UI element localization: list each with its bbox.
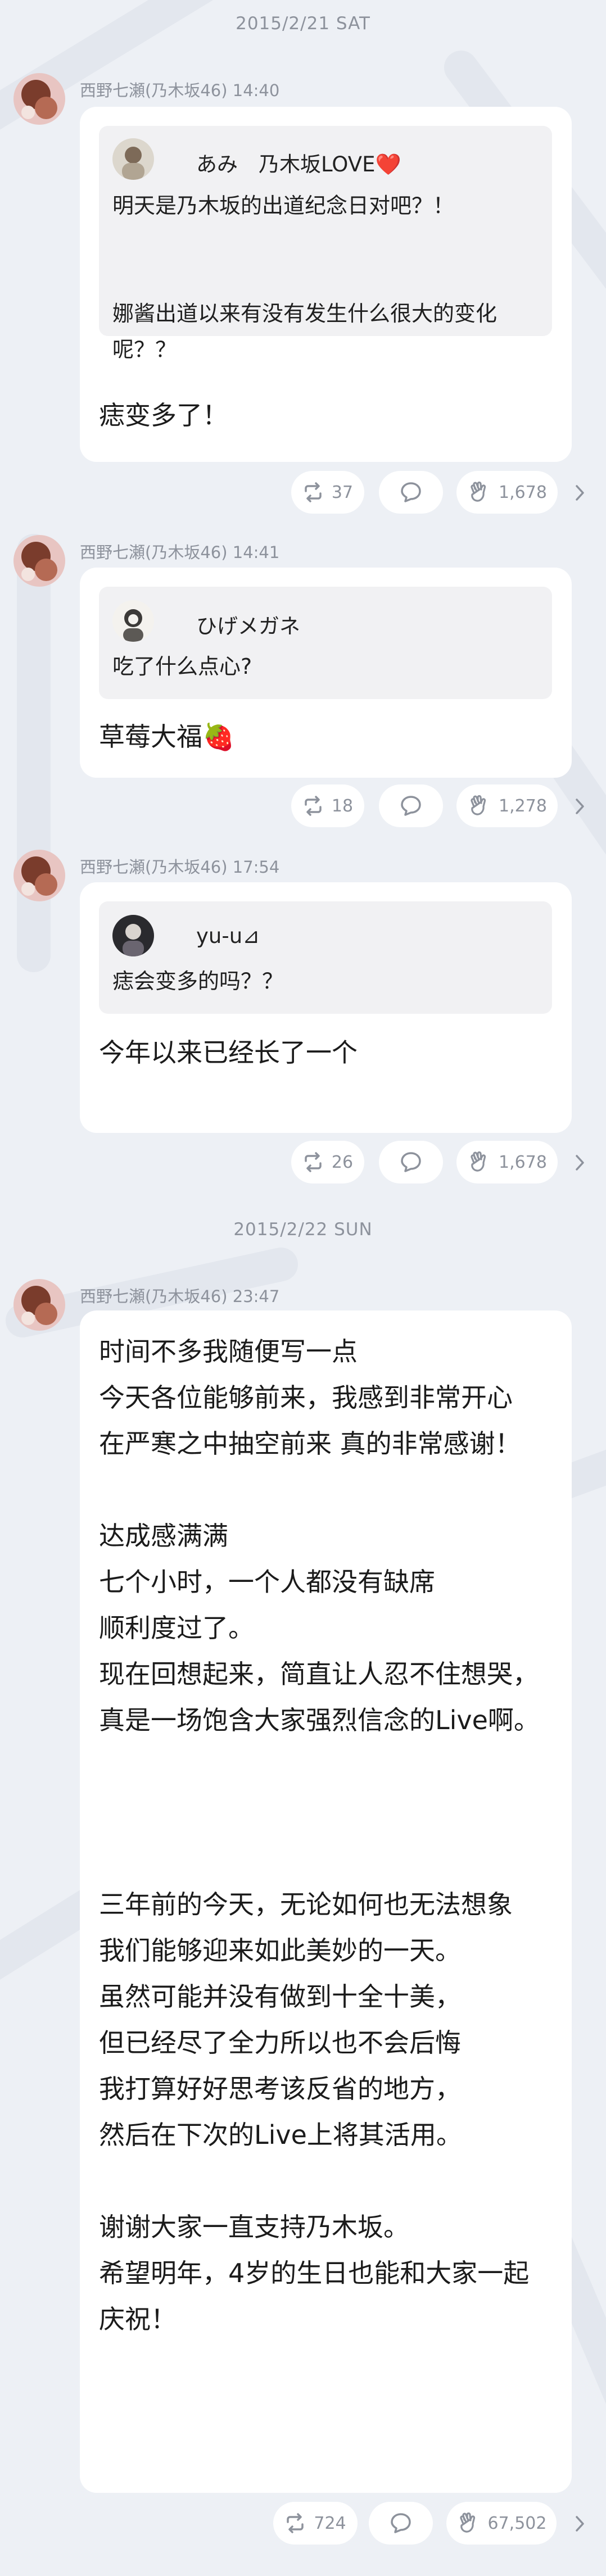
clap-icon (471, 481, 486, 502)
fan-question: 痣会变多的吗？？ (112, 969, 284, 994)
reply-text: 今年以来已经长了一个 (99, 1037, 358, 1068)
reaction-bar: 724 67,502 (0, 2502, 606, 2546)
clap-icon (471, 1151, 486, 1172)
date-separator: 2015/2/21 SAT (236, 13, 370, 34)
comment-button[interactable] (379, 1141, 443, 1183)
repost-icon (305, 482, 322, 502)
sender-name: 西野七瀬(乃木坂46) (80, 543, 228, 562)
reaction-bar: 37 1,678 (0, 471, 606, 515)
repost-button[interactable]: 37 (291, 471, 364, 514)
quoted-message: ひげメガネ 吃了什么点心? (99, 587, 552, 699)
fan-question: 吃了什么点心? (112, 654, 252, 679)
sender-line: 西野七瀬(乃木坂46) 14:40 (80, 78, 279, 101)
fan-name: yu-u⊿ (196, 924, 260, 948)
sender-name: 西野七瀬(乃木坂46) (80, 81, 228, 100)
chevron-right-icon[interactable] (571, 795, 588, 818)
fan-name: ひげメガネ (196, 614, 300, 638)
message-text: 时间不多我随便写一点 今天各位能够前来，我感到非常开心 在严寒之中抽空前来 真的… (99, 1336, 540, 2334)
comment-icon (401, 1152, 421, 1172)
post-time: 14:41 (232, 543, 280, 562)
repost-icon (305, 1152, 322, 1172)
post-time: 14:40 (232, 81, 280, 100)
date-separator: 2015/2/22 SUN (233, 1219, 373, 1240)
sender-avatar[interactable] (13, 1279, 65, 1331)
fan-question: 明天是乃木坂的出道纪念日对吧？！ 娜酱出道以来有没有发生什么很大的变化呢？？ (112, 193, 498, 362)
quoted-message: あみ 乃木坂LOVE❤️ 明天是乃木坂的出道纪念日对吧？！ 娜酱出道以来有没有发… (99, 126, 552, 362)
repost-count: 37 (331, 482, 354, 502)
repost-button[interactable]: 724 (273, 2502, 358, 2545)
clap-button[interactable]: 1,678 (456, 471, 558, 514)
repost-icon (305, 796, 322, 816)
reply-text: 草莓大福🍓 (99, 722, 235, 752)
quoted-message: yu-u⊿ 痣会变多的吗？？ (99, 901, 552, 1014)
clap-button[interactable]: 1,278 (456, 784, 558, 827)
sender-avatar[interactable] (13, 73, 65, 125)
chevron-right-icon[interactable] (571, 482, 588, 504)
repost-count: 18 (331, 796, 354, 816)
sender-avatar[interactable] (13, 850, 65, 901)
clap-count: 1,678 (499, 482, 547, 502)
post-time: 23:47 (232, 1287, 280, 1306)
clap-count: 1,678 (499, 1152, 547, 1172)
repost-count: 26 (331, 1152, 354, 1172)
fan-name: あみ 乃木坂LOVE❤️ (196, 152, 401, 176)
repost-button[interactable]: 18 (291, 784, 364, 827)
reaction-bar: 26 1,678 (0, 1141, 606, 1185)
comment-icon (401, 796, 421, 816)
repost-button[interactable]: 26 (291, 1141, 364, 1183)
comment-button[interactable] (379, 784, 443, 827)
reaction-bar: 18 1,278 (0, 784, 606, 828)
fan-avatar (112, 915, 154, 956)
chevron-right-icon[interactable] (571, 2512, 588, 2535)
comment-button[interactable] (379, 471, 443, 514)
reply-text: 痣变多了！ (99, 400, 228, 430)
comment-button[interactable] (369, 2502, 433, 2545)
message-card: 时间不多我随便写一点 今天各位能够前来，我感到非常开心 在严寒之中抽空前来 真的… (80, 1310, 572, 2493)
comment-icon (391, 2513, 411, 2533)
chevron-right-icon[interactable] (571, 1151, 588, 1174)
sender-line: 西野七瀬(乃木坂46) 14:41 (80, 539, 279, 563)
repost-icon (287, 2513, 304, 2533)
comment-icon (401, 482, 421, 502)
sender-avatar[interactable] (13, 535, 65, 587)
fan-avatar (112, 138, 154, 180)
clap-count: 67,502 (487, 2513, 547, 2533)
sender-line: 西野七瀬(乃木坂46) 23:47 (80, 1284, 279, 1307)
sender-name: 西野七瀬(乃木坂46) (80, 1287, 228, 1306)
post-time: 17:54 (232, 858, 280, 877)
clap-icon (471, 795, 486, 815)
clap-button[interactable]: 67,502 (446, 2502, 557, 2545)
sender-name: 西野七瀬(乃木坂46) (80, 858, 228, 877)
sender-line: 西野七瀬(乃木坂46) 17:54 (80, 854, 279, 878)
message-card: あみ 乃木坂LOVE❤️ 明天是乃木坂的出道纪念日对吧？！ 娜酱出道以来有没有发… (80, 107, 572, 462)
message-card: ひげメガネ 吃了什么点心? 草莓大福🍓 (80, 568, 572, 778)
message-card: yu-u⊿ 痣会变多的吗？？ 今年以来已经长了一个 (80, 882, 572, 1133)
repost-count: 724 (314, 2513, 346, 2533)
clap-count: 1,278 (499, 796, 547, 816)
fan-avatar (112, 600, 154, 642)
clap-icon (459, 2512, 475, 2533)
clap-button[interactable]: 1,678 (456, 1141, 558, 1183)
